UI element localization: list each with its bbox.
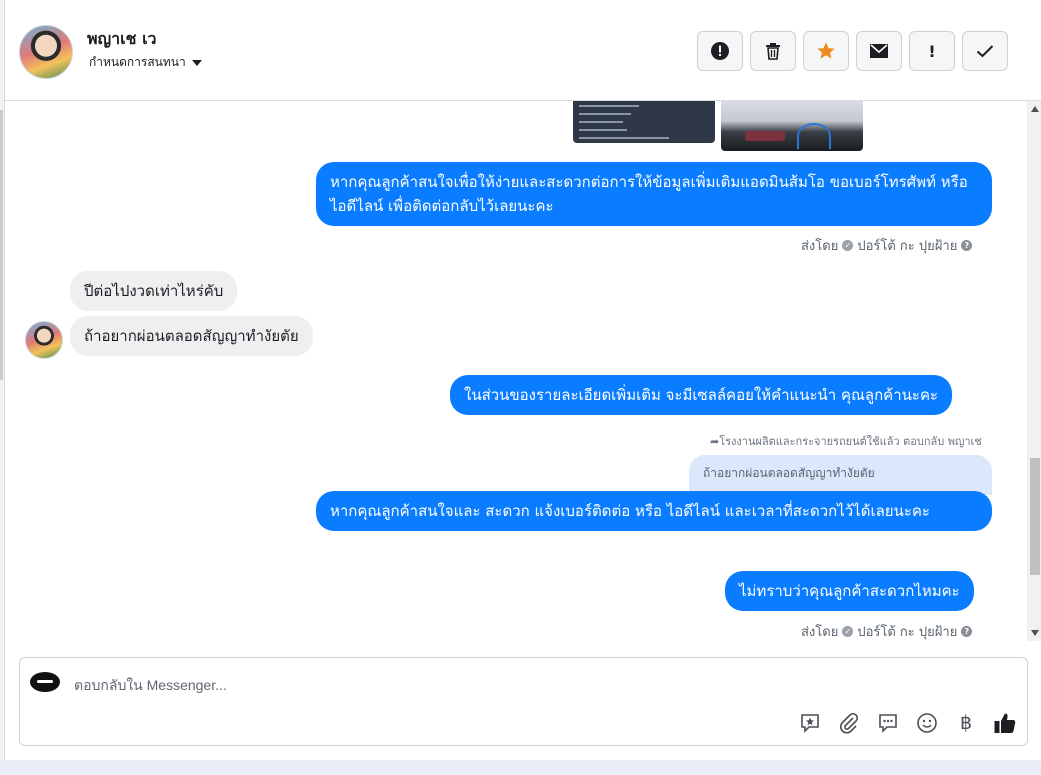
exclamation-icon: ! <box>928 41 936 61</box>
contact-avatar[interactable] <box>19 25 73 79</box>
outgoing-message[interactable]: ในส่วนของรายละเอียดเพิ่มเติม จะมีเซลล์คอ… <box>450 375 953 415</box>
sent-by: ส่งโดย ✓ ปอร์โต้ กะ ปุยฝ้าย ? <box>801 235 973 256</box>
car-dashboard-image[interactable] <box>721 101 863 151</box>
contact-name[interactable]: พญาเช เว <box>87 27 157 52</box>
composer-tools: ฿ <box>798 711 1017 735</box>
reply-meta: ➦โรงงานผลิตและกระจายรถยนต์ใช้แล้ว ตอบกลั… <box>710 435 982 448</box>
payment-button[interactable]: ฿ <box>954 711 978 735</box>
contact-avatar-small[interactable] <box>25 321 63 359</box>
scroll-down-arrow[interactable] <box>1031 630 1039 636</box>
emoji-icon <box>917 713 937 733</box>
baht-icon: ฿ <box>959 712 973 734</box>
attachment-button[interactable] <box>837 711 861 735</box>
vehicle-info-image[interactable] <box>573 101 715 143</box>
quoted-message[interactable]: ถ้าอยากผ่อนตลอดสัญญาทำงัยตัย <box>689 455 992 495</box>
alert-button[interactable] <box>697 31 743 71</box>
check-icon <box>976 45 994 58</box>
mail-icon <box>870 44 888 58</box>
left-scroll-indicator <box>0 110 3 380</box>
sender-name: ปอร์โต้ กะ ปุยฝ้าย <box>857 625 958 640</box>
check-circle-icon: ✓ <box>842 626 854 637</box>
assign-label: กำหนดการสนทนา <box>89 55 186 69</box>
star-button[interactable] <box>803 31 849 71</box>
reply-arrow-icon: ➦ <box>710 435 720 448</box>
outgoing-message[interactable]: ไม่ทราบว่าคุณลูกค้าสะดวกไหมคะ <box>725 571 974 611</box>
scroll-thumb[interactable] <box>1030 458 1040 575</box>
sender-name: ปอร์โต้ กะ ปุยฝ้าย <box>857 239 958 254</box>
conversation-panel: พญาเช เว กำหนดการสนทนา ! หากคุณลูกค้าสนใ… <box>4 0 1041 760</box>
reply-input[interactable] <box>72 672 776 698</box>
page-avatar <box>30 672 60 692</box>
delete-button[interactable] <box>750 31 796 71</box>
caret-down-icon <box>191 59 202 66</box>
help-icon[interactable]: ? <box>961 240 973 251</box>
outgoing-message[interactable]: หากคุณลูกค้าสนใจเพื่อให้ง่ายและสะดวกต่อก… <box>316 162 992 226</box>
help-icon[interactable]: ? <box>961 626 973 637</box>
message-list[interactable]: หากคุณลูกค้าสนใจเพื่อให้ง่ายและสะดวกต่อก… <box>5 101 1027 641</box>
assign-conversation[interactable]: กำหนดการสนทนา <box>89 53 202 72</box>
saved-reply-button[interactable] <box>798 711 822 735</box>
incoming-message[interactable]: ถ้าอยากผ่อนตลอดสัญญาทำงัยตัย <box>70 316 313 356</box>
star-icon <box>817 42 835 59</box>
message-scrollbar[interactable] <box>1027 101 1041 641</box>
like-button[interactable] <box>993 711 1017 735</box>
spam-button[interactable]: ! <box>909 31 955 71</box>
reply-composer: ฿ <box>19 657 1028 746</box>
attachment-icon <box>840 712 859 734</box>
header-actions: ! <box>697 31 1008 71</box>
like-icon <box>994 713 1016 733</box>
outgoing-message[interactable]: หากคุณลูกค้าสนใจและ สะดวก แจ้งเบอร์ติดต่… <box>316 491 992 531</box>
scroll-up-arrow[interactable] <box>1031 106 1039 112</box>
chat-bubble-icon <box>879 714 897 733</box>
saved-reply-icon <box>801 714 819 733</box>
trash-icon <box>766 43 780 60</box>
sent-by: ส่งโดย ✓ ปอร์โต้ กะ ปุยฝ้าย ? <box>801 621 973 641</box>
conversation-header: พญาเช เว กำหนดการสนทนา ! <box>5 0 1041 101</box>
mark-unread-button[interactable] <box>856 31 902 71</box>
incoming-message[interactable]: ปีต่อไปงวดเท่าไหร่คับ <box>70 271 238 311</box>
emoji-button[interactable] <box>915 711 939 735</box>
done-button[interactable] <box>962 31 1008 71</box>
check-circle-icon: ✓ <box>842 240 854 251</box>
chat-button[interactable] <box>876 711 900 735</box>
alert-icon <box>711 42 729 60</box>
